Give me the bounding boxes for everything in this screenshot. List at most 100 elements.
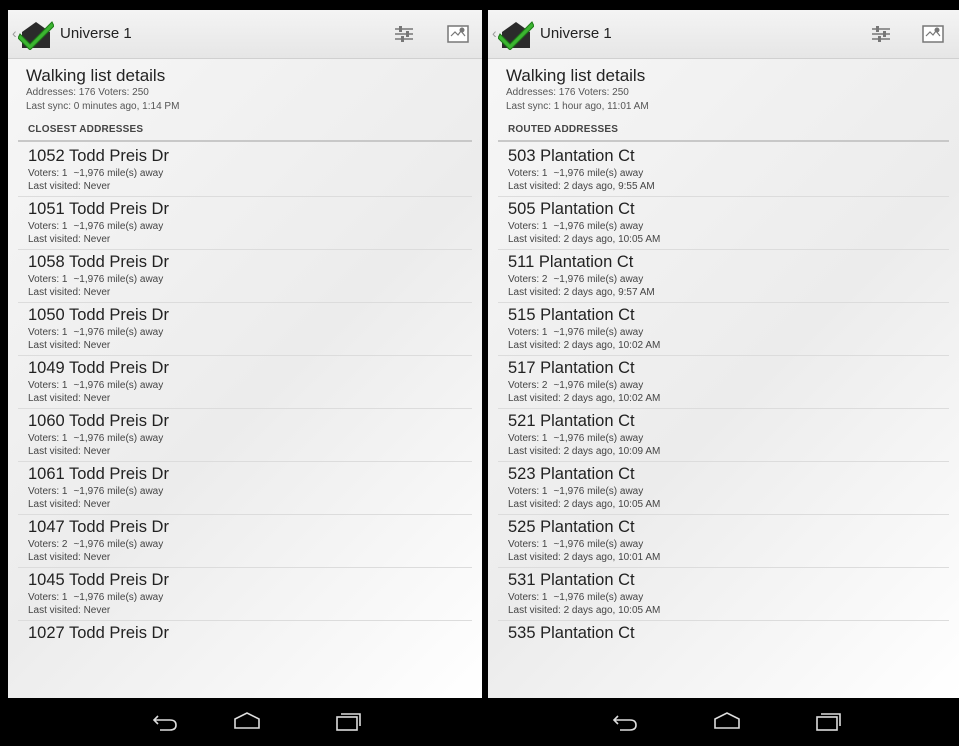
section-header: ROUTED ADDRESSES <box>498 124 949 142</box>
list-item[interactable]: 1045 Todd Preis Dr Voters: 1 ~1,976 mile(… <box>18 568 472 621</box>
last-visited: Last visited: Never <box>28 552 111 563</box>
voters-distance: Voters: 1 ~1,976 mile(s) away <box>508 167 949 180</box>
distance: ~1,976 mile(s) away <box>553 168 644 179</box>
list-item[interactable]: 1052 Todd Preis Dr Voters: 1 ~1,976 mile(… <box>18 144 472 197</box>
recent-apps-icon[interactable] <box>333 710 363 732</box>
voters: Voters: 2 <box>508 380 548 391</box>
home-icon[interactable] <box>712 710 742 732</box>
address: 1058 Todd Preis Dr <box>28 253 169 271</box>
distance: ~1,976 mile(s) away <box>73 486 164 497</box>
list-item[interactable]: 503 Plantation Ct Voters: 1 ~1,976 mile(s… <box>498 144 949 197</box>
address: 521 Plantation Ct <box>508 412 635 430</box>
left-pane: ‹ Universe 1 Walking list details Addres… <box>8 10 482 698</box>
map-icon[interactable] <box>921 23 945 45</box>
list-item[interactable]: 1050 Todd Preis Dr Voters: 1 ~1,976 mile(… <box>18 303 472 356</box>
last-visited: Last visited: 2 days ago, 9:55 AM <box>508 181 655 192</box>
address: 1049 Todd Preis Dr <box>28 359 169 377</box>
action-bar: ‹ Universe 1 <box>8 10 482 59</box>
voters: Voters: 1 <box>508 486 548 497</box>
distance: ~1,976 mile(s) away <box>73 592 164 603</box>
last-visited: Last visited: 2 days ago, 10:05 AM <box>508 499 661 510</box>
section-header: CLOSEST ADDRESSES <box>18 124 472 142</box>
address-list[interactable]: 503 Plantation Ct Voters: 1 ~1,976 mile(s… <box>488 144 959 674</box>
voters-distance: Voters: 1 ~1,976 mile(s) away <box>508 432 949 445</box>
last-visited: Last visited: Never <box>28 499 111 510</box>
last-sync: Last sync: 0 minutes ago, 1:14 PM <box>26 101 180 112</box>
voters-distance: Voters: 2 ~1,976 mile(s) away <box>28 538 472 551</box>
list-item[interactable]: 523 Plantation Ct Voters: 1 ~1,976 mile(s… <box>498 462 949 515</box>
last-visited: Last visited: 2 days ago, 10:09 AM <box>508 446 661 457</box>
voters: Voters: 2 <box>28 539 68 550</box>
voters-distance: Voters: 1 ~1,976 mile(s) away <box>28 432 472 445</box>
home-icon[interactable] <box>232 710 262 732</box>
list-item[interactable]: 1061 Todd Preis Dr Voters: 1 ~1,976 mile(… <box>18 462 472 515</box>
checkmark-house-icon[interactable] <box>498 18 534 50</box>
sliders-icon[interactable] <box>869 23 893 45</box>
distance: ~1,976 mile(s) away <box>73 221 164 232</box>
last-visited: Last visited: 2 days ago, 10:02 AM <box>508 393 661 404</box>
distance: ~1,976 mile(s) away <box>553 539 644 550</box>
app-title[interactable]: Universe 1 <box>60 25 132 42</box>
voters: Voters: 1 <box>508 168 548 179</box>
voters: Voters: 1 <box>28 486 68 497</box>
last-visited: Last visited: Never <box>28 393 111 404</box>
voters-distance: Voters: 2 ~1,976 mile(s) away <box>508 379 949 392</box>
voters-distance: Voters: 1 ~1,976 mile(s) away <box>508 538 949 551</box>
action-bar: ‹ Universe 1 <box>488 10 959 59</box>
voters: Voters: 2 <box>508 274 548 285</box>
voters: Voters: 1 <box>28 221 68 232</box>
list-item[interactable]: 1049 Todd Preis Dr Voters: 1 ~1,976 mile(… <box>18 356 472 409</box>
address: 1027 Todd Preis Dr <box>28 624 169 642</box>
list-item[interactable]: 535 Plantation Ct <box>498 621 949 674</box>
sliders-icon[interactable] <box>392 23 416 45</box>
voters: Voters: 1 <box>28 592 68 603</box>
back-icon[interactable] <box>610 710 640 732</box>
list-item[interactable]: 521 Plantation Ct Voters: 1 ~1,976 mile(s… <box>498 409 949 462</box>
list-item[interactable]: 517 Plantation Ct Voters: 2 ~1,976 mile(s… <box>498 356 949 409</box>
screen-frame: ‹ Universe 1 Walking list details Addres… <box>0 10 959 698</box>
details-counts: Addresses: 176 Voters: 250 <box>506 87 629 98</box>
list-item[interactable]: 1058 Todd Preis Dr Voters: 1 ~1,976 mile(… <box>18 250 472 303</box>
distance: ~1,976 mile(s) away <box>553 486 644 497</box>
address: 1061 Todd Preis Dr <box>28 465 169 483</box>
details-counts: Addresses: 176 Voters: 250 <box>26 87 149 98</box>
voters: Voters: 1 <box>28 327 68 338</box>
list-item[interactable]: 1051 Todd Preis Dr Voters: 1 ~1,976 mile(… <box>18 197 472 250</box>
checkmark-house-icon[interactable] <box>18 18 54 50</box>
up-caret-icon[interactable]: ‹ <box>12 25 17 41</box>
address: 515 Plantation Ct <box>508 306 635 324</box>
last-visited: Last visited: Never <box>28 446 111 457</box>
last-visited: Last visited: Never <box>28 340 111 351</box>
last-visited: Last visited: 2 days ago, 10:01 AM <box>508 552 661 563</box>
list-item[interactable]: 1027 Todd Preis Dr <box>18 621 472 674</box>
back-icon[interactable] <box>150 710 180 732</box>
last-visited: Last visited: 2 days ago, 10:05 AM <box>508 605 661 616</box>
details-title: Walking list details <box>506 66 646 85</box>
list-item[interactable]: 525 Plantation Ct Voters: 1 ~1,976 mile(s… <box>498 515 949 568</box>
address: 1050 Todd Preis Dr <box>28 306 169 324</box>
map-icon[interactable] <box>446 23 470 45</box>
distance: ~1,976 mile(s) away <box>73 168 164 179</box>
recent-apps-icon[interactable] <box>813 710 843 732</box>
app-title[interactable]: Universe 1 <box>540 25 612 42</box>
up-caret-icon[interactable]: ‹ <box>492 25 497 41</box>
distance: ~1,976 mile(s) away <box>553 380 644 391</box>
address: 503 Plantation Ct <box>508 147 635 165</box>
list-item[interactable]: 511 Plantation Ct Voters: 2 ~1,976 mile(s… <box>498 250 949 303</box>
address: 1051 Todd Preis Dr <box>28 200 169 218</box>
list-item[interactable]: 1047 Todd Preis Dr Voters: 2 ~1,976 mile(… <box>18 515 472 568</box>
list-item[interactable]: 1060 Todd Preis Dr Voters: 1 ~1,976 mile(… <box>18 409 472 462</box>
list-item[interactable]: 531 Plantation Ct Voters: 1 ~1,976 mile(s… <box>498 568 949 621</box>
address: 1052 Todd Preis Dr <box>28 147 169 165</box>
list-item[interactable]: 505 Plantation Ct Voters: 1 ~1,976 mile(s… <box>498 197 949 250</box>
address: 517 Plantation Ct <box>508 359 635 377</box>
address: 531 Plantation Ct <box>508 571 635 589</box>
address: 511 Plantation Ct <box>508 253 634 271</box>
list-item[interactable]: 515 Plantation Ct Voters: 1 ~1,976 mile(s… <box>498 303 949 356</box>
voters: Voters: 1 <box>28 168 68 179</box>
voters: Voters: 1 <box>28 433 68 444</box>
address-list[interactable]: 1052 Todd Preis Dr Voters: 1 ~1,976 mile(… <box>8 144 482 674</box>
voters: Voters: 1 <box>508 592 548 603</box>
voters-distance: Voters: 1 ~1,976 mile(s) away <box>508 326 949 339</box>
voters-distance: Voters: 1 ~1,976 mile(s) away <box>28 379 472 392</box>
